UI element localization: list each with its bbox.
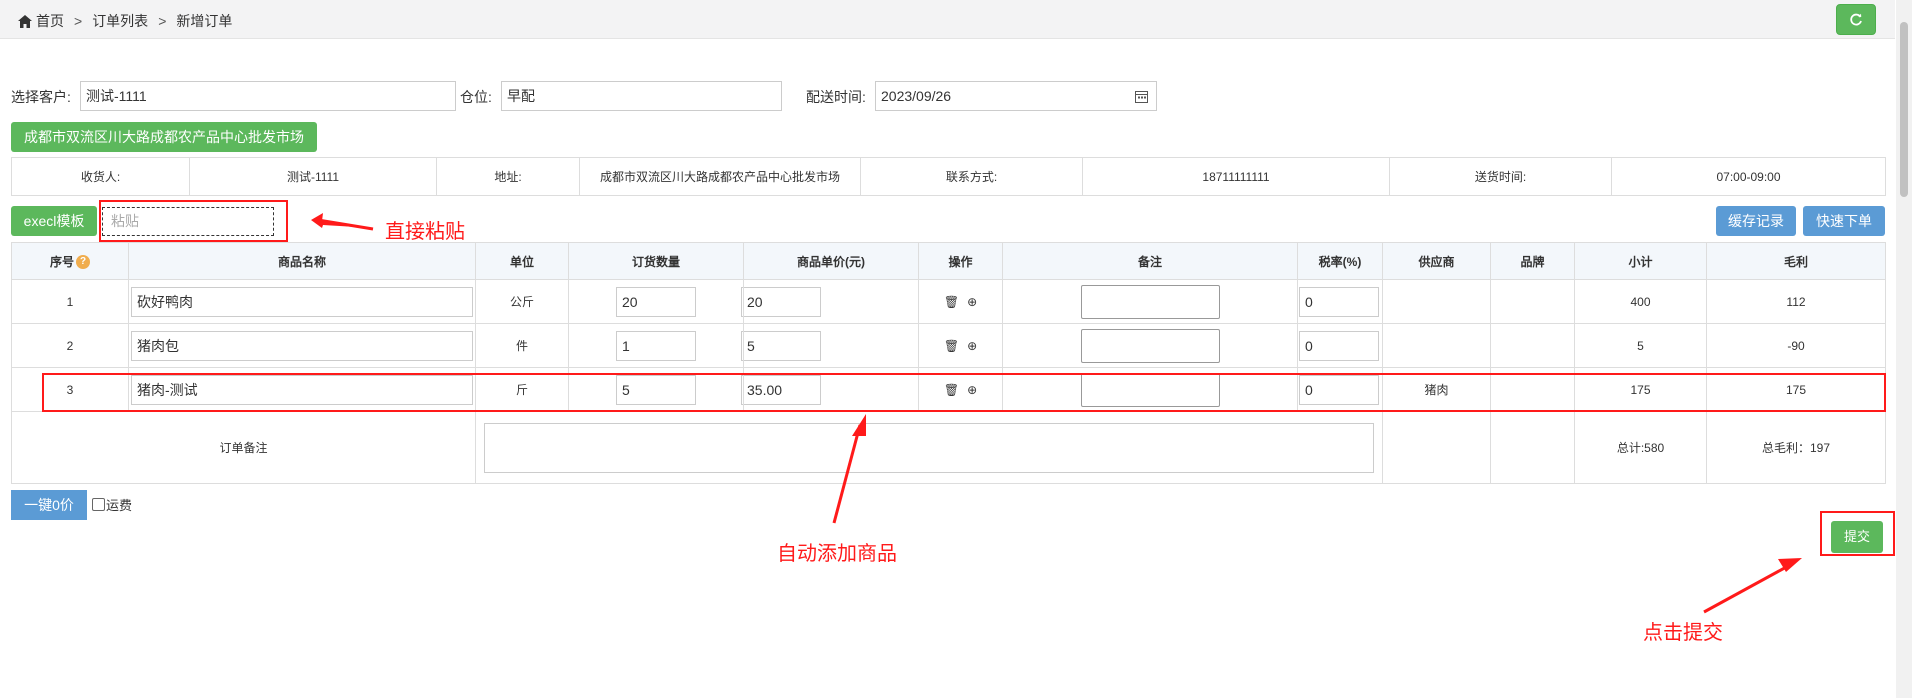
add-circle-icon[interactable]: ⊕ (967, 295, 977, 309)
total-profit: 总毛利：197 (1706, 411, 1886, 484)
unit-price-input[interactable]: 5 (741, 330, 821, 361)
empty-cell (1490, 411, 1575, 484)
empty-cell (1382, 411, 1491, 484)
scrollbar[interactable] (1896, 0, 1912, 698)
paste-annotation: 直接粘贴 (385, 221, 465, 243)
column-header: 序号? (11, 242, 129, 280)
table-row: 2 猪肉包 件 1 5 🗑 ⊕ 0 5 -90 (11, 323, 1886, 368)
supplier-cell (1382, 279, 1491, 324)
column-header: 订货数量 (568, 242, 744, 280)
profit-cell: -90 (1706, 323, 1886, 368)
delete-icon[interactable]: 🗑 (944, 295, 959, 309)
top-bar: 首页 > 订单列表 > 新增订单 (0, 0, 1895, 39)
address-button[interactable]: 成都市双流区川大路成都农产品中心批发市场 (11, 122, 317, 152)
warehouse-label: 仓位: (460, 89, 492, 105)
address-label: 地址: (436, 157, 580, 196)
arrow-to-paste (311, 213, 373, 228)
table-row: 1 砍好鸭肉 公斤 20 20 🗑 ⊕ 0 400 112 (11, 279, 1886, 324)
freight-label: 运费 (106, 498, 133, 513)
receiver-label: 收货人: (11, 157, 190, 196)
auto-add-annotation: 自动添加商品 (777, 543, 897, 565)
product-name-input[interactable]: 猪肉包 (131, 330, 473, 361)
column-header: 单位 (475, 242, 569, 280)
tax-rate-input[interactable]: 0 (1299, 330, 1379, 361)
column-header: 商品名称 (128, 242, 476, 280)
delivery-slot-value: 07:00-09:00 (1611, 157, 1886, 196)
column-header: 备注 (1002, 242, 1298, 280)
row-number: 1 (11, 279, 129, 324)
arrow-to-paste-line (317, 218, 374, 231)
warehouse-input[interactable]: 早配 (501, 81, 782, 111)
cache-records-button[interactable]: 缓存记录 (1716, 206, 1796, 236)
contact-value: 18711111111 (1082, 157, 1390, 196)
brand-cell (1490, 279, 1575, 324)
remark-textarea[interactable] (1080, 328, 1220, 363)
zero-price-button[interactable]: 一键0价 (11, 490, 87, 520)
excel-template-button[interactable]: execl模板 (11, 206, 97, 236)
breadcrumb-current: 新增订单 (176, 13, 233, 29)
unit-price-input[interactable]: 20 (741, 286, 821, 317)
arrow-to-submit-line (1703, 563, 1791, 614)
delivery-time-label: 配送时间: (806, 89, 866, 105)
address-value: 成都市双流区川大路成都农产品中心批发市场 (579, 157, 861, 196)
column-header: 毛利 (1706, 242, 1886, 280)
help-icon[interactable]: ? (76, 255, 90, 270)
row-highlight-box (42, 373, 1886, 412)
contact-label: 联系方式: (860, 157, 1083, 196)
home-icon (18, 14, 32, 28)
product-name-input[interactable]: 砍好鸭肉 (131, 286, 473, 317)
delivery-slot-label: 送货时间: (1389, 157, 1612, 196)
quick-order-button[interactable]: 快速下单 (1803, 206, 1885, 236)
add-circle-icon[interactable]: ⊕ (967, 339, 977, 353)
quantity-input[interactable]: 20 (616, 286, 696, 317)
freight-checkbox[interactable] (92, 498, 105, 511)
quantity-input[interactable]: 1 (616, 330, 696, 361)
table-header: 序号? 商品名称 单位 订货数量 商品单价(元) 操作 备注 税率(%) 供应商… (11, 242, 1886, 280)
column-header: 品牌 (1490, 242, 1575, 280)
customer-input[interactable]: 测试-1111 (80, 81, 456, 111)
breadcrumb-separator: > (158, 13, 167, 29)
order-remark-textarea[interactable] (484, 422, 1374, 473)
profit-cell: 112 (1706, 279, 1886, 324)
goods-table: 序号? 商品名称 单位 订货数量 商品单价(元) 操作 备注 税率(%) 供应商… (11, 242, 1886, 484)
subtotal-cell: 5 (1574, 323, 1707, 368)
breadcrumb-separator: > (74, 13, 83, 29)
receiver-value: 测试-1111 (189, 157, 437, 196)
column-header: 税率(%) (1297, 242, 1383, 280)
paste-highlight-box (99, 200, 288, 242)
tax-rate-input[interactable]: 0 (1299, 286, 1379, 317)
subtotal-cell: 400 (1574, 279, 1707, 324)
order-remark-label: 订单备注 (11, 411, 476, 484)
column-header: 供应商 (1382, 242, 1491, 280)
brand-cell (1490, 323, 1575, 368)
remark-textarea[interactable] (1080, 284, 1220, 319)
calendar-icon[interactable] (1135, 90, 1148, 103)
supplier-cell (1382, 323, 1491, 368)
submit-highlight-box (1820, 511, 1895, 556)
column-header: 操作 (918, 242, 1003, 280)
column-header: 小计 (1574, 242, 1707, 280)
click-submit-annotation: 点击提交 (1643, 622, 1723, 644)
arrow-to-submit-head (1778, 558, 1802, 572)
refresh-icon (1850, 13, 1862, 25)
delivery-date-value: 2023/09/26 (881, 88, 952, 104)
unit-cell: 件 (475, 323, 569, 368)
unit-cell: 公斤 (475, 279, 569, 324)
row-number: 2 (11, 323, 129, 368)
scrollbar-thumb[interactable] (1900, 22, 1908, 197)
delete-icon[interactable]: 🗑 (944, 339, 959, 353)
customer-label: 选择客户: (11, 89, 71, 105)
column-header: 商品单价(元) (743, 242, 919, 280)
receiver-info-table: 收货人: 测试-1111 地址: 成都市双流区川大路成都农产品中心批发市场 联系… (11, 157, 1886, 196)
breadcrumb-order-list[interactable]: 订单列表 (92, 11, 148, 31)
total-amount: 总计:580 (1574, 411, 1707, 484)
order-remark-row: 订单备注 总计:580 总毛利：197 (11, 411, 1886, 484)
delivery-date-input[interactable]: 2023/09/26 (875, 81, 1157, 111)
breadcrumb: 首页 > 订单列表 > 新增订单 (18, 11, 232, 31)
breadcrumb-home[interactable]: 首页 (36, 11, 64, 31)
refresh-button[interactable] (1836, 4, 1876, 35)
